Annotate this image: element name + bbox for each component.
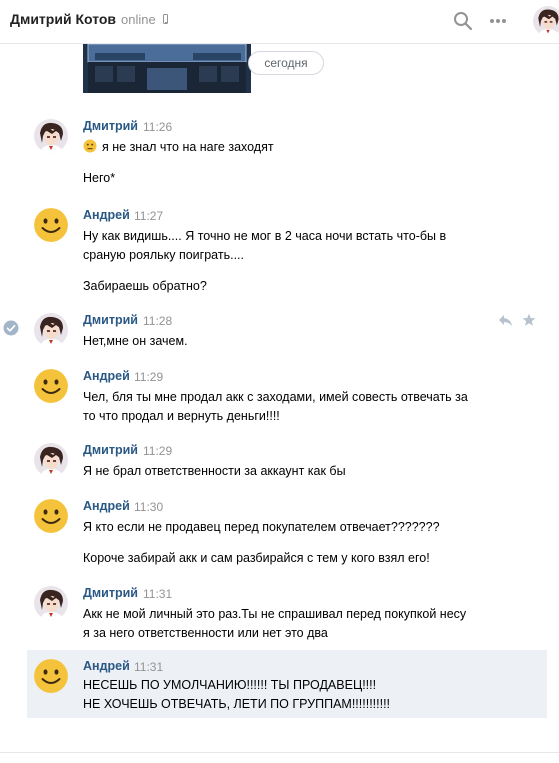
- message-time[interactable]: 11:31: [143, 587, 172, 601]
- message-line: НЕСЕШЬ ПО УМОЛЧАНИЮ!!!!!! ТЫ ПРОДАВЕЦ!!!…: [83, 678, 377, 692]
- message-text: Нет,мне он зачем.: [83, 332, 493, 351]
- composer-divider: [0, 752, 559, 753]
- author-name[interactable]: Андрей: [83, 369, 130, 383]
- more-icon[interactable]: [485, 8, 511, 34]
- message-line: Забираешь обратно?: [83, 279, 207, 293]
- message-line: Акк не мой личный это раз.Ты не спрашива…: [83, 607, 467, 621]
- message-time[interactable]: 11:27: [134, 209, 163, 223]
- message-item: Дмитрий 11:28 Нет,мне он зачем.: [0, 313, 559, 353]
- message-line: я не знал что на наге заходят: [102, 140, 274, 154]
- anime-avatar-image: [34, 586, 68, 620]
- message-text: Акк не мой личный это раз.Ты не спрашива…: [83, 605, 493, 643]
- message-text: Я кто если не продавец перед покупателем…: [83, 518, 493, 568]
- message-time[interactable]: 11:29: [134, 370, 163, 384]
- message-item: Андрей 11:29 Чел, бля ты мне продал акк …: [0, 369, 559, 423]
- smiley-avatar-image: [34, 659, 68, 693]
- smiley-avatar-image: [34, 369, 68, 403]
- game-screenshot-image: [83, 44, 251, 93]
- message-time[interactable]: 11:28: [143, 314, 172, 328]
- author-avatar[interactable]: [34, 443, 68, 477]
- author-name[interactable]: Андрей: [83, 208, 130, 222]
- message-item: Андрей 11:30 Я кто если не продавец пере…: [0, 499, 559, 569]
- author-name[interactable]: Дмитрий: [83, 313, 138, 327]
- author-avatar[interactable]: [34, 586, 68, 620]
- peer-avatar[interactable]: [533, 6, 559, 36]
- smiley-avatar-image: [34, 208, 68, 242]
- message-text: НЕСЕШЬ ПО УМОЛЧАНИЮ!!!!!! ТЫ ПРОДАВЕЦ!!!…: [83, 676, 493, 714]
- anime-avatar-image: [34, 313, 68, 347]
- read-check-icon[interactable]: [3, 320, 19, 336]
- shared-image-preview[interactable]: [83, 44, 251, 93]
- message-time[interactable]: 11:29: [143, 444, 172, 458]
- message-line: Него*: [83, 171, 116, 185]
- message-text: Я не брал ответственности за аккаунт как…: [83, 462, 493, 481]
- date-chip[interactable]: сегодня: [248, 51, 324, 75]
- message-line: Я не брал ответственности за аккаунт как…: [83, 464, 346, 478]
- online-status: online: [121, 12, 156, 27]
- message-time[interactable]: 11:30: [134, 500, 163, 514]
- reply-icon[interactable]: [498, 314, 513, 327]
- author-avatar[interactable]: [34, 659, 68, 693]
- smiley-avatar-image: [34, 499, 68, 533]
- star-icon[interactable]: [522, 313, 536, 327]
- chat-header: Дмитрий Котов online: [0, 0, 559, 44]
- message-text: Ну как видишь.... Я точно не мог в 2 час…: [83, 227, 493, 296]
- message-line: Я кто если не продавец перед покупателем…: [83, 520, 440, 534]
- message-item: Дмитрий 11:31 Акк не мой личный это раз.…: [0, 586, 559, 640]
- anime-avatar-image: [34, 443, 68, 477]
- message-line: Короче забирай акк и сам разбирайся с те…: [83, 551, 430, 565]
- message-line: Нет,мне он зачем.: [83, 334, 188, 348]
- author-name[interactable]: Андрей: [83, 659, 130, 673]
- author-avatar[interactable]: [34, 499, 68, 533]
- anime-avatar-image: [533, 6, 559, 36]
- author-avatar[interactable]: [34, 369, 68, 403]
- peer-name[interactable]: Дмитрий Котов: [10, 11, 116, 27]
- author-name[interactable]: Андрей: [83, 499, 130, 513]
- message-line: НЕ ХОЧЕШЬ ОТВЕЧАТЬ, ЛЕТИ ПО ГРУППАМ!!!!!…: [83, 697, 391, 711]
- author-name[interactable]: Дмитрий: [83, 443, 138, 457]
- search-icon[interactable]: [450, 8, 476, 34]
- author-name[interactable]: Дмитрий: [83, 586, 138, 600]
- author-avatar[interactable]: [34, 119, 68, 153]
- message-item: Андрей 11:27 Ну как видишь.... Я точно н…: [0, 208, 559, 298]
- author-avatar[interactable]: [34, 208, 68, 242]
- message-line: Чел, бля ты мне продал акк с заходами, и…: [83, 390, 468, 404]
- message-text: Чел, бля ты мне продал акк с заходами, и…: [83, 388, 493, 426]
- author-avatar[interactable]: [34, 313, 68, 347]
- neutral-face-emoji-icon: [83, 139, 97, 153]
- message-time[interactable]: 11:26: [143, 120, 172, 134]
- message-text: я не знал что на наге заходят Него*: [83, 138, 493, 188]
- message-item: Дмитрий 11:26 я не знал что на наге захо…: [0, 119, 559, 189]
- message-line: Ну как видишь.... Я точно не мог в 2 час…: [83, 229, 447, 243]
- message-item-highlighted: Андрей 11:31 НЕСЕШЬ ПО УМОЛЧАНИЮ!!!!!! Т…: [27, 650, 547, 718]
- message-line: то что продал и вернуть деньги!!!!: [83, 409, 280, 423]
- anime-avatar-image: [34, 119, 68, 153]
- message-line: я за него ответственности или нет это дв…: [83, 626, 328, 640]
- message-time[interactable]: 11:31: [134, 660, 163, 674]
- author-name[interactable]: Дмитрий: [83, 119, 138, 133]
- mobile-icon: [163, 14, 168, 24]
- message-item: Дмитрий 11:29 Я не брал ответственности …: [0, 443, 559, 483]
- message-line: сраную рояльку поиграть....: [83, 248, 244, 262]
